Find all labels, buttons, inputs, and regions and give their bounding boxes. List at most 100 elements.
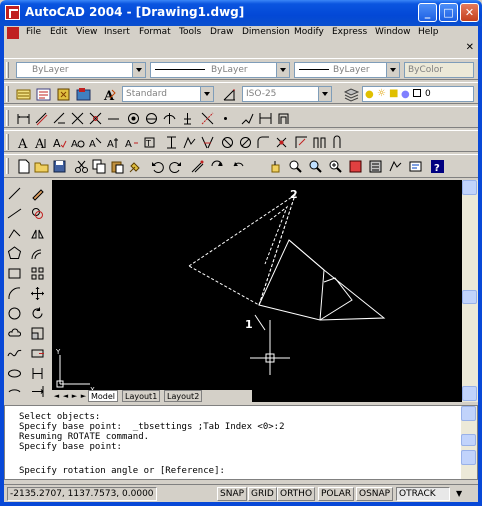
radius-dimension-icon[interactable]: [70, 111, 85, 126]
stretch-object-icon[interactable]: [30, 346, 45, 361]
text-style-combo[interactable]: Standard: [122, 86, 214, 102]
diameter-dimension-icon[interactable]: [88, 111, 103, 126]
tab-last-icon[interactable]: ►: [79, 391, 88, 401]
scroll-up-button[interactable]: [462, 180, 477, 195]
otrack-toggle[interactable]: OTRACK: [396, 487, 450, 501]
fillet-icon[interactable]: [256, 135, 271, 150]
spline-icon[interactable]: [7, 346, 22, 361]
tab-layout2[interactable]: Layout2: [164, 390, 203, 402]
menu-window[interactable]: Window: [375, 27, 411, 37]
properties-icon[interactable]: [56, 87, 71, 102]
tab-next-icon[interactable]: ►: [70, 391, 79, 401]
pedit-icon[interactable]: [294, 135, 309, 150]
tab-prev-icon[interactable]: ◄: [61, 391, 70, 401]
copy-icon[interactable]: [92, 159, 107, 174]
edit-text-icon[interactable]: A: [88, 135, 103, 150]
coordinate-display[interactable]: -2135.2707, 1137.7573, 0.0000: [7, 487, 157, 501]
text-style-icon[interactable]: A: [102, 87, 117, 104]
menu-view[interactable]: View: [76, 27, 97, 37]
leader-icon[interactable]: [218, 111, 233, 126]
menu-modify[interactable]: Modify: [294, 27, 324, 37]
menu-tools[interactable]: Tools: [179, 27, 201, 37]
autocad-app-icon[interactable]: [5, 5, 20, 20]
snap-toggle[interactable]: SNAP: [217, 487, 248, 501]
design-center-icon[interactable]: [76, 87, 91, 102]
toolbar-grip[interactable]: [6, 110, 9, 126]
scale-icon[interactable]: [30, 326, 45, 341]
circle-icon[interactable]: [7, 306, 22, 321]
plotstyle-combo[interactable]: ByColor: [404, 62, 474, 78]
command-scrollbar[interactable]: [461, 406, 477, 479]
redo-icon[interactable]: [168, 159, 183, 174]
justify-text-icon[interactable]: A: [124, 135, 139, 150]
plot-preview-icon[interactable]: [190, 159, 205, 174]
zoom-realtime-icon[interactable]: [232, 159, 247, 174]
match-icon[interactable]: [128, 159, 143, 174]
scroll-up-button[interactable]: [461, 406, 476, 421]
osnap-toggle[interactable]: OSNAP: [356, 487, 394, 501]
tab-layout1[interactable]: Layout1: [122, 390, 161, 402]
tab-first-icon[interactable]: ◄: [52, 391, 61, 401]
menu-format[interactable]: Format: [139, 27, 171, 37]
scroll-down-button[interactable]: [461, 450, 476, 465]
polygon-icon[interactable]: [7, 246, 22, 261]
quick-dimension-icon[interactable]: [126, 111, 141, 126]
help-icon[interactable]: ?: [430, 159, 445, 174]
new-icon[interactable]: [16, 159, 31, 174]
zoom-window-icon[interactable]: [288, 159, 303, 174]
cut-icon[interactable]: [74, 159, 89, 174]
scale-text-icon[interactable]: A: [106, 135, 121, 150]
menu-draw[interactable]: Draw: [210, 27, 234, 37]
save-icon[interactable]: [52, 159, 67, 174]
close-button[interactable]: ✕: [460, 3, 479, 22]
rotate-icon[interactable]: [30, 306, 45, 321]
break-icon[interactable]: [220, 135, 235, 150]
polyline-icon[interactable]: [7, 226, 22, 241]
mirror-icon[interactable]: [30, 226, 45, 241]
ellipse-icon[interactable]: [7, 366, 22, 381]
explode-icon[interactable]: [274, 135, 289, 150]
undo-icon[interactable]: [150, 159, 165, 174]
stretch-icon[interactable]: [164, 135, 179, 150]
dbconnect-icon[interactable]: [408, 159, 423, 174]
scroll-down-button[interactable]: [462, 386, 477, 401]
menu-insert[interactable]: Insert: [104, 27, 130, 37]
command-window[interactable]: Select objects: Specify base point: _tbs…: [4, 405, 478, 480]
baseline-dimension-icon[interactable]: [144, 111, 159, 126]
grid-toggle[interactable]: GRID: [248, 487, 277, 501]
scroll-thumb[interactable]: [462, 290, 477, 304]
menu-express[interactable]: Express: [332, 27, 367, 37]
properties-palette-icon[interactable]: [348, 159, 363, 174]
dim-style-combo[interactable]: ISO-25: [242, 86, 332, 102]
zoom-previous-icon[interactable]: [308, 159, 323, 174]
polar-toggle[interactable]: POLAR: [318, 487, 355, 501]
ellipse-arc-icon[interactable]: [7, 384, 22, 399]
construction-line-icon[interactable]: [7, 206, 22, 221]
lineweight-combo[interactable]: ByLayer: [294, 62, 400, 78]
center-mark-icon[interactable]: [180, 111, 195, 126]
layer-properties-icon[interactable]: [16, 87, 31, 102]
menu-dimension[interactable]: Dimension: [242, 27, 290, 37]
multiline-text-icon[interactable]: A: [34, 135, 49, 152]
layer-combo[interactable]: ● ☼ ■ ● 0: [362, 86, 474, 102]
linetype-combo[interactable]: ByLayer: [150, 62, 290, 78]
text-fit-icon[interactable]: T: [142, 135, 157, 150]
design-center-palette-icon[interactable]: [368, 159, 383, 174]
chamfer-icon[interactable]: [238, 135, 253, 150]
ordinate-dimension-icon[interactable]: [52, 111, 67, 126]
dimension-edit-icon[interactable]: [258, 111, 273, 126]
mledit-icon[interactable]: [330, 135, 345, 150]
color-combo[interactable]: ByLayer: [16, 62, 146, 78]
trim-object-icon[interactable]: [30, 366, 45, 381]
dash-icon[interactable]: [106, 111, 121, 126]
menu-edit[interactable]: Edit: [50, 27, 67, 37]
angular-dimension-icon[interactable]: [240, 111, 255, 126]
document-close-button[interactable]: ✕: [466, 42, 474, 53]
continue-dimension-icon[interactable]: [162, 111, 177, 126]
aligned-dimension-icon[interactable]: [34, 111, 49, 126]
tab-model[interactable]: Model: [88, 390, 119, 402]
revision-cloud-icon[interactable]: [7, 326, 22, 341]
command-prompt[interactable]: Specify rotation angle or [Reference]:: [19, 466, 225, 476]
toolbar-grip[interactable]: [6, 158, 9, 174]
erase-icon[interactable]: [30, 186, 45, 201]
